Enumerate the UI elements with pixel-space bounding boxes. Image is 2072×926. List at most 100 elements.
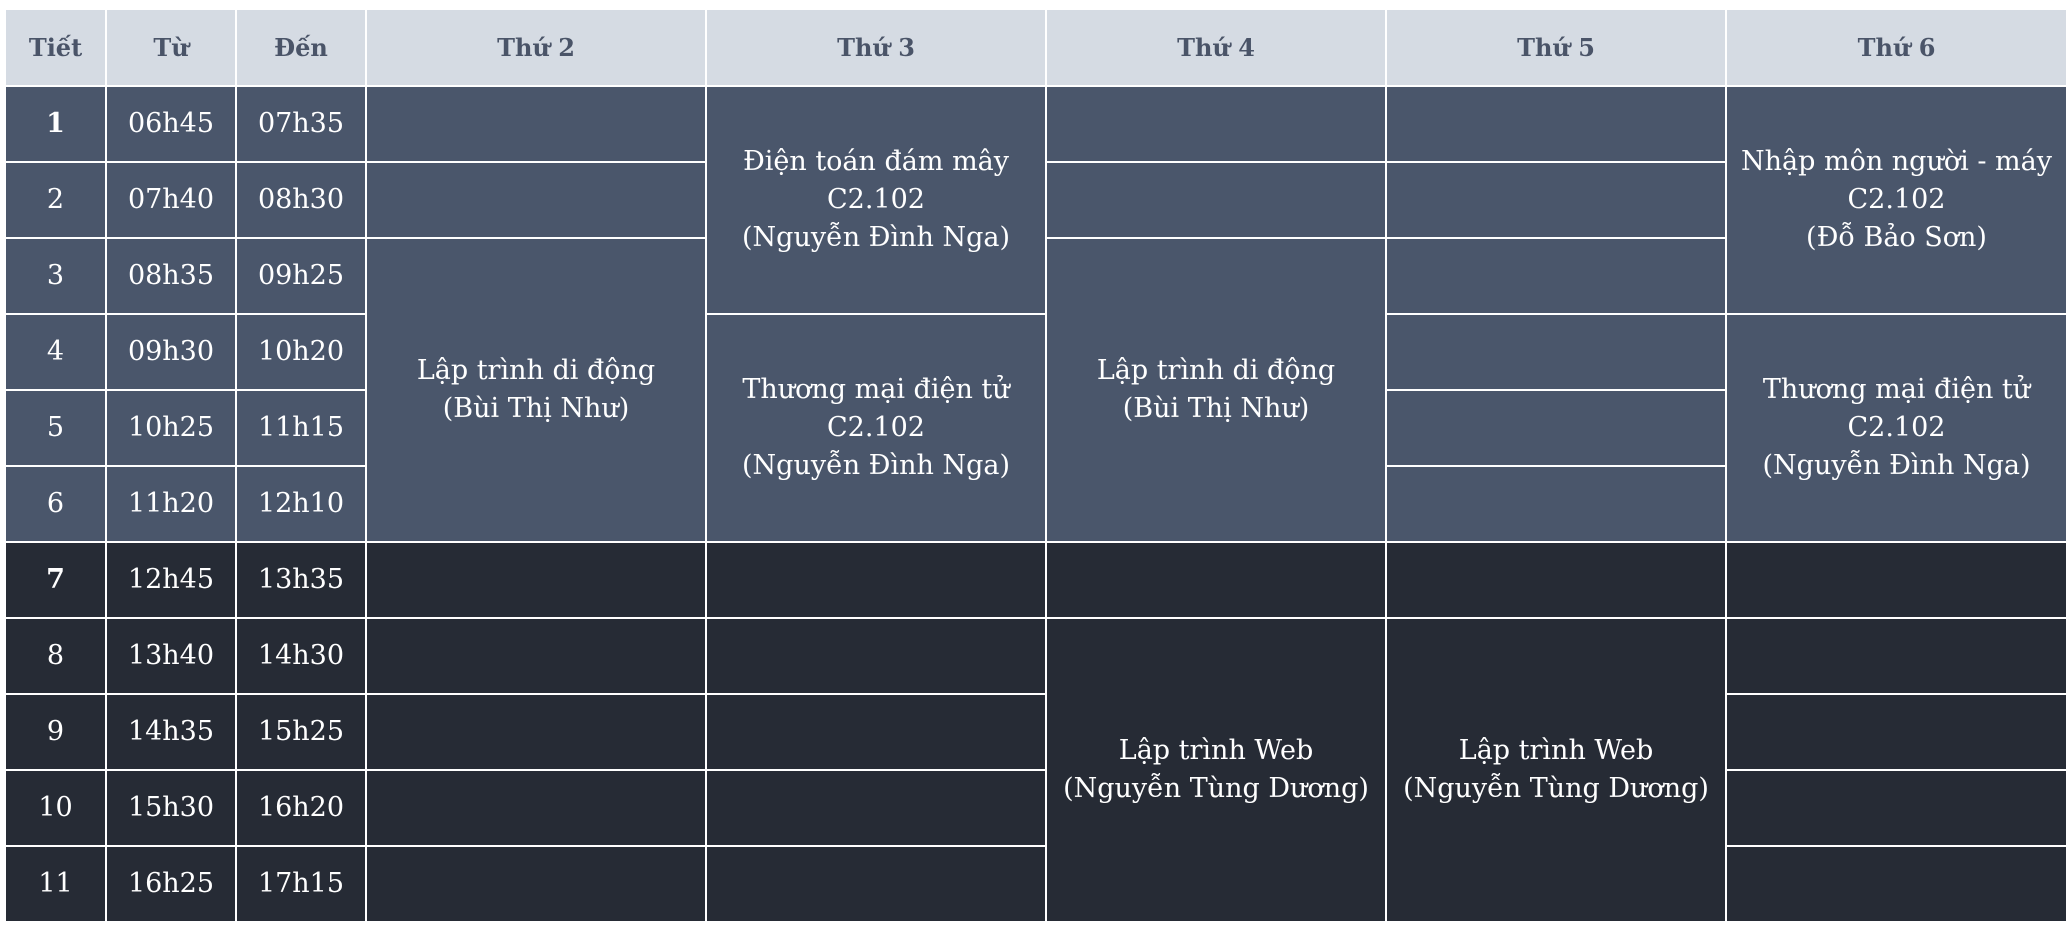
- course-room: C2.102: [827, 412, 925, 443]
- empty-slot: [365, 693, 707, 771]
- course-teacher: (Nguyễn Tùng Dương): [1403, 773, 1709, 804]
- course-name: Điện toán đám mây: [742, 146, 1010, 177]
- empty-slot: [705, 769, 1047, 847]
- period-start: 16h25: [105, 845, 237, 923]
- course-teacher: (Nguyễn Đình Nga): [1762, 450, 2031, 481]
- period-start: 10h25: [105, 389, 237, 467]
- header-thursday: Thứ 5: [1385, 8, 1727, 87]
- empty-slot: [705, 845, 1047, 923]
- period-start: 12h45: [105, 541, 237, 619]
- header-friday: Thứ 6: [1725, 8, 2068, 87]
- course-room: C2.102: [1847, 412, 1946, 443]
- empty-slot: [705, 617, 1047, 695]
- period-end: 11h15: [235, 389, 367, 467]
- course-teacher: (Đỗ Bảo Sơn): [1806, 222, 1987, 253]
- period-end: 17h15: [235, 845, 367, 923]
- period-end: 09h25: [235, 237, 367, 315]
- course-teacher: (Nguyễn Đình Nga): [742, 222, 1010, 253]
- empty-slot: [1385, 85, 1727, 163]
- course-teacher: (Bùi Thị Như): [442, 393, 630, 424]
- period-start: 15h30: [105, 769, 237, 847]
- course-name: Lập trình Web: [1118, 735, 1314, 766]
- course-tue-cloud[interactable]: Điện toán đám mây C2.102 (Nguyễn Đình Ng…: [705, 85, 1047, 315]
- table-row: 1 06h45 07h35 Điện toán đám mây C2.102 (…: [4, 85, 2068, 315]
- course-name: Nhập môn người - máy: [1740, 146, 2052, 177]
- timetable: Tiết Từ Đến Thứ 2 Thứ 3 Thứ 4 Thứ 5 Thứ …: [4, 8, 2068, 923]
- empty-slot: [1725, 693, 2068, 771]
- table-row: 10 15h30 16h20: [4, 769, 2068, 847]
- course-name: Thương mại điện tử: [742, 374, 1010, 405]
- period-number: 2: [4, 161, 107, 239]
- period-end: 08h30: [235, 161, 367, 239]
- course-name: Thương mại điện tử: [1762, 374, 2031, 405]
- header-tuesday: Thứ 3: [705, 8, 1047, 87]
- course-wed-mobile[interactable]: Lập trình di động (Bùi Thị Như): [1045, 237, 1387, 543]
- empty-slot: [365, 845, 707, 923]
- period-number: 5: [4, 389, 107, 467]
- empty-slot: [1385, 161, 1727, 239]
- period-end: 12h10: [235, 465, 367, 543]
- course-teacher: (Nguyễn Đình Nga): [742, 450, 1010, 481]
- course-wed-web[interactable]: Lập trình Web (Nguyễn Tùng Dương): [1045, 617, 1387, 923]
- empty-slot: [1385, 313, 1727, 391]
- period-end: 16h20: [235, 769, 367, 847]
- period-number: 8: [4, 617, 107, 695]
- period-end: 14h30: [235, 617, 367, 695]
- empty-slot: [1725, 541, 2068, 619]
- empty-slot: [1385, 541, 1727, 619]
- period-number: 4: [4, 313, 107, 391]
- period-number: 6: [4, 465, 107, 543]
- period-start: 06h45: [105, 85, 237, 163]
- course-room: C2.102: [1847, 184, 1946, 215]
- course-thu-web[interactable]: Lập trình Web (Nguyễn Tùng Dương): [1385, 617, 1727, 923]
- empty-slot: [365, 161, 707, 239]
- empty-slot: [705, 693, 1047, 771]
- period-number: 1: [4, 85, 107, 163]
- period-start: 07h40: [105, 161, 237, 239]
- empty-slot: [1725, 845, 2068, 923]
- course-tue-ecom[interactable]: Thương mại điện tử C2.102 (Nguyễn Đình N…: [705, 313, 1047, 543]
- empty-slot: [1045, 541, 1387, 619]
- period-end: 13h35: [235, 541, 367, 619]
- empty-slot: [365, 769, 707, 847]
- empty-slot: [365, 541, 707, 619]
- header-row: Tiết Từ Đến Thứ 2 Thứ 3 Thứ 4 Thứ 5 Thứ …: [4, 8, 2068, 87]
- course-fri-ecom[interactable]: Thương mại điện tử C2.102 (Nguyễn Đình N…: [1725, 313, 2068, 543]
- period-number: 7: [4, 541, 107, 619]
- empty-slot: [365, 617, 707, 695]
- header-wednesday: Thứ 4: [1045, 8, 1387, 87]
- course-name: Lập trình Web: [1458, 735, 1654, 766]
- empty-slot: [365, 85, 707, 163]
- period-start: 08h35: [105, 237, 237, 315]
- empty-slot: [705, 541, 1047, 619]
- period-start: 13h40: [105, 617, 237, 695]
- period-number: 3: [4, 237, 107, 315]
- course-room: C2.102: [827, 184, 925, 215]
- empty-slot: [1045, 161, 1387, 239]
- period-end: 15h25: [235, 693, 367, 771]
- empty-slot: [1045, 85, 1387, 163]
- course-name: Lập trình di động: [1096, 355, 1336, 386]
- course-teacher: (Nguyễn Tùng Dương): [1063, 773, 1369, 804]
- course-name: Lập trình di động: [416, 355, 656, 386]
- course-mon-mobile[interactable]: Lập trình di động (Bùi Thị Như): [365, 237, 707, 543]
- course-teacher: (Bùi Thị Như): [1122, 393, 1310, 424]
- header-monday: Thứ 2: [365, 8, 707, 87]
- table-row: 11 16h25 17h15: [4, 845, 2068, 923]
- period-end: 10h20: [235, 313, 367, 391]
- period-number: 10: [4, 769, 107, 847]
- course-fri-hci[interactable]: Nhập môn người - máy C2.102 (Đỗ Bảo Sơn): [1725, 85, 2068, 315]
- period-start: 14h35: [105, 693, 237, 771]
- empty-slot: [1385, 237, 1727, 315]
- table-row: 4 09h30 10h20 Thương mại điện tử C2.102 …: [4, 313, 2068, 543]
- period-end: 07h35: [235, 85, 367, 163]
- empty-slot: [1385, 465, 1727, 543]
- header-from: Từ: [105, 8, 237, 87]
- empty-slot: [1385, 389, 1727, 467]
- period-number: 11: [4, 845, 107, 923]
- table-row: 9 14h35 15h25: [4, 693, 2068, 771]
- header-period: Tiết: [4, 8, 107, 87]
- period-number: 9: [4, 693, 107, 771]
- table-row: 7 12h45 13h35: [4, 541, 2068, 619]
- empty-slot: [1725, 769, 2068, 847]
